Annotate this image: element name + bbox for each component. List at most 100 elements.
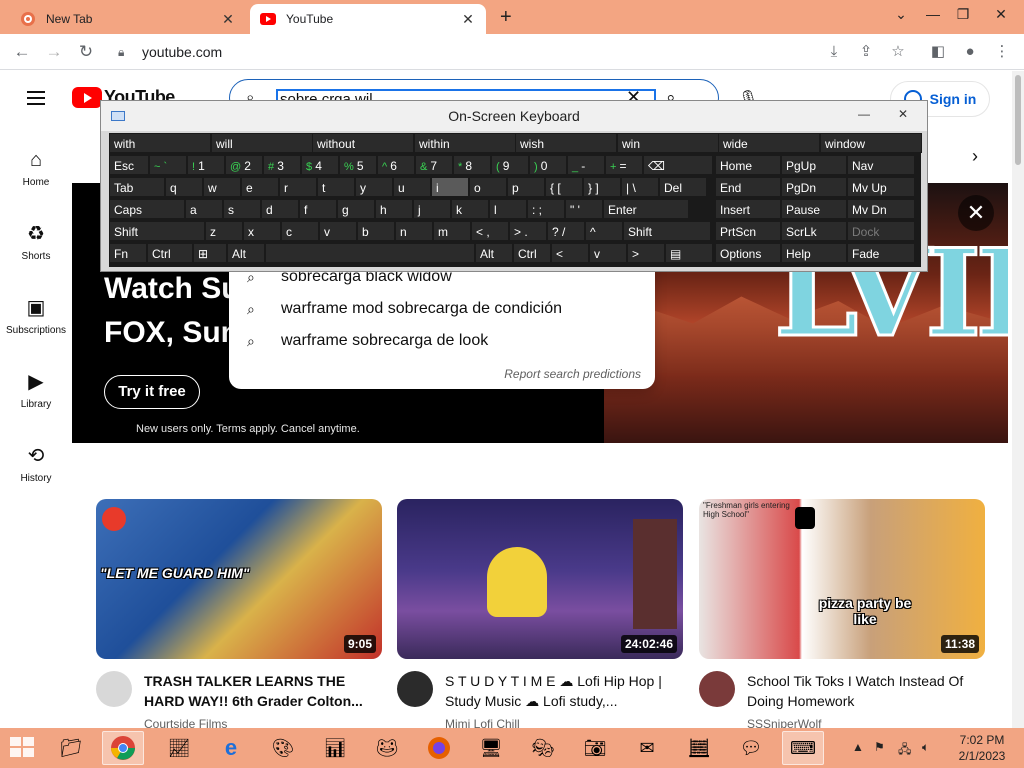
- osk-key-4[interactable]: $ 4: [301, 155, 339, 175]
- osk-key-pgup[interactable]: PgUp: [781, 155, 847, 175]
- scrollbar-thumb[interactable]: [1015, 75, 1021, 165]
- close-window-icon[interactable]: ✕: [984, 2, 1018, 28]
- osk-key-1[interactable]: ! 1: [187, 155, 225, 175]
- channel-avatar[interactable]: [397, 671, 433, 707]
- osk-key-^[interactable]: ^: [585, 221, 623, 241]
- osk-key-options[interactable]: Options: [715, 243, 781, 263]
- osk-key-|-\[interactable]: | \: [621, 177, 659, 197]
- sidebar-item-library[interactable]: ▶︎ Library: [0, 369, 72, 410]
- address-bar[interactable]: 🔒︎ youtube.com: [108, 38, 926, 66]
- osk-key-n[interactable]: n: [395, 221, 433, 241]
- suggestion-item[interactable]: ⌕ warframe mod sobrecarga de condición: [229, 293, 655, 325]
- osk-key-pgdn[interactable]: PgDn: [781, 177, 847, 197]
- osk-key-space[interactable]: [265, 243, 475, 263]
- osk-key-mv-dn[interactable]: Mv Dn: [847, 199, 915, 219]
- osk-key-insert[interactable]: Insert: [715, 199, 781, 219]
- chrome-icon[interactable]: [102, 731, 144, 765]
- tab-new-tab[interactable]: New Tab ✕: [10, 4, 246, 34]
- bookmark-star-icon[interactable]: ☆: [886, 40, 910, 64]
- osk-prediction-will[interactable]: will: [211, 133, 313, 153]
- osk-key-x[interactable]: x: [243, 221, 281, 241]
- taskbar-clock[interactable]: 7:02 PM 2/1/2023: [950, 732, 1014, 764]
- osk-key-h[interactable]: h: [375, 199, 413, 219]
- minimize-icon[interactable]: —: [916, 2, 950, 28]
- osk-key-fade[interactable]: Fade: [847, 243, 915, 263]
- report-search-predictions-link[interactable]: Report search predictions: [504, 367, 641, 381]
- forward-icon[interactable]: →: [42, 40, 66, 64]
- video-thumbnail[interactable]: 24:02:46: [397, 499, 683, 659]
- camera-app-icon[interactable]: 📷︎: [574, 731, 616, 765]
- new-tab-icon[interactable]: +: [500, 6, 512, 29]
- chat-app-icon[interactable]: 💬︎: [730, 731, 772, 765]
- osk-prediction-without[interactable]: without: [312, 133, 414, 153]
- tray-expand-icon[interactable]: ▲: [852, 740, 864, 754]
- osk-key-backspace-icon[interactable]: ⌫: [643, 155, 713, 175]
- install-icon[interactable]: ⤓: [822, 40, 846, 64]
- osk-key-help[interactable]: Help: [781, 243, 847, 263]
- osk-key-8[interactable]: * 8: [453, 155, 491, 175]
- osk-key-end[interactable]: End: [715, 177, 781, 197]
- osk-key-9[interactable]: ( 9: [491, 155, 529, 175]
- osk-key-j[interactable]: j: [413, 199, 451, 219]
- channel-name[interactable]: Mimi Lofi Chill: [445, 717, 520, 728]
- tab-search-icon[interactable]: ⌄: [884, 2, 918, 28]
- osk-key-<-,[interactable]: < ,: [471, 221, 509, 241]
- osk-key-dock[interactable]: Dock: [847, 221, 915, 241]
- chips-next-icon[interactable]: ›: [972, 146, 978, 167]
- close-tab-icon[interactable]: ✕: [220, 11, 236, 28]
- osk-key-u[interactable]: u: [393, 177, 431, 197]
- osk-key-:-;[interactable]: : ;: [527, 199, 565, 219]
- osk-key-home[interactable]: Home: [715, 155, 781, 175]
- osk-key-i[interactable]: i: [431, 177, 469, 197]
- osk-key-a[interactable]: a: [185, 199, 223, 219]
- osk-key-{-[[interactable]: { [: [545, 177, 583, 197]
- osk-key-"-'[interactable]: " ': [565, 199, 603, 219]
- on-screen-keyboard-taskbar-icon[interactable]: ⌨︎: [782, 731, 824, 765]
- osk-prediction-with[interactable]: with: [109, 133, 211, 153]
- system-monitor-icon[interactable]: 📈︎: [158, 731, 200, 765]
- tab-youtube[interactable]: YouTube ✕: [250, 4, 486, 34]
- osk-key-Caps[interactable]: Caps: [109, 199, 185, 219]
- osk-key-<[interactable]: <: [551, 243, 589, 263]
- osk-key-o[interactable]: o: [469, 177, 507, 197]
- osk-key-l[interactable]: l: [489, 199, 527, 219]
- channel-avatar[interactable]: [96, 671, 132, 707]
- suggestion-item[interactable]: ⌕ warframe sobrecarga de look: [229, 325, 655, 357]
- osk-key->[interactable]: >: [627, 243, 665, 263]
- osk-key-~[interactable]: ~ `: [149, 155, 187, 175]
- calculator-icon[interactable]: 🧮︎: [678, 731, 720, 765]
- osk-key-e[interactable]: e: [241, 177, 279, 197]
- chart-app-icon[interactable]: 📊︎: [314, 731, 356, 765]
- menu-kebab-icon[interactable]: ⋮: [990, 40, 1014, 64]
- side-panel-icon[interactable]: ◧: [926, 40, 950, 64]
- osk-key-Fn[interactable]: Fn: [109, 243, 147, 263]
- osk-key-6[interactable]: ^ 6: [377, 155, 415, 175]
- osk-key-Enter[interactable]: Enter: [603, 199, 689, 219]
- channel-name[interactable]: Courtside Films: [144, 717, 227, 728]
- osk-prediction-within[interactable]: within: [414, 133, 516, 153]
- osk-key-nav[interactable]: Nav: [847, 155, 915, 175]
- osk-key-v[interactable]: v: [319, 221, 357, 241]
- volume-icon[interactable]: 🔈︎: [922, 740, 929, 755]
- video-title[interactable]: S T U D Y T I M E ☁ Lofi Hip Hop | Study…: [445, 671, 681, 711]
- frog-app-icon[interactable]: 🐸︎: [366, 731, 408, 765]
- osk-titlebar[interactable]: On-Screen Keyboard — ✕: [101, 101, 927, 131]
- video-title[interactable]: School Tik Toks I Watch Instead Of Doing…: [747, 671, 983, 711]
- osk-key-c[interactable]: c: [281, 221, 319, 241]
- osk-key-2[interactable]: @ 2: [225, 155, 263, 175]
- osk-key-g[interactable]: g: [337, 199, 375, 219]
- sidebar-item-history[interactable]: ⟲ History: [0, 443, 72, 484]
- osk-key-p[interactable]: p: [507, 177, 545, 197]
- osk-key-t[interactable]: t: [317, 177, 355, 197]
- close-tab-icon[interactable]: ✕: [460, 11, 476, 28]
- channel-avatar[interactable]: [699, 671, 735, 707]
- mail-icon[interactable]: ✉︎: [626, 731, 668, 765]
- osk-prediction-wide[interactable]: wide: [718, 133, 820, 153]
- osk-key-Shift[interactable]: Shift: [623, 221, 711, 241]
- osk-key-Alt[interactable]: Alt: [227, 243, 265, 263]
- sidebar-item-home[interactable]: ⌂ Home: [0, 147, 72, 188]
- osk-key-?-/[interactable]: ? /: [547, 221, 585, 241]
- osk-key-Alt[interactable]: Alt: [475, 243, 513, 263]
- osk-key-Tab[interactable]: Tab: [109, 177, 165, 197]
- video-thumbnail[interactable]: "Freshman girls entering High School" pi…: [699, 499, 985, 659]
